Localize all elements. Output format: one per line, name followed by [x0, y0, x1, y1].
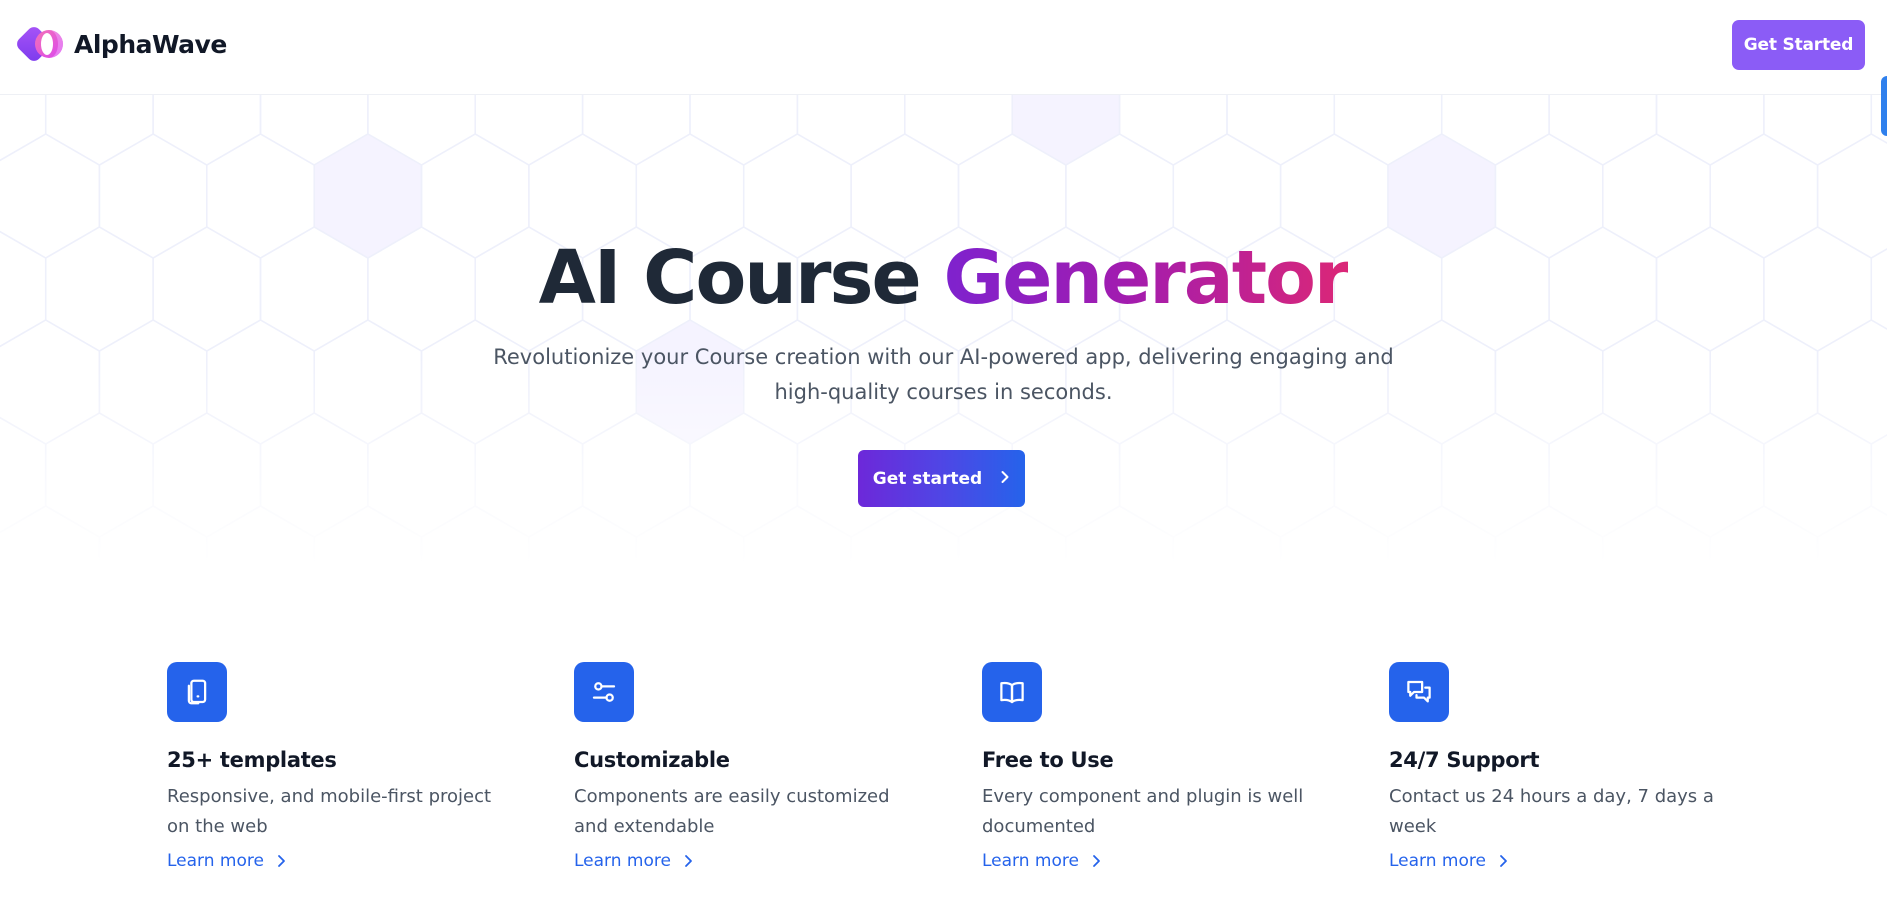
feature-description: Contact us 24 hours a day, 7 days a week	[1389, 786, 1714, 837]
hero-section: AI Course Generator Revolutionize your C…	[0, 95, 1887, 565]
sliders-icon	[574, 662, 634, 722]
learn-more-link[interactable]: Learn more	[167, 851, 286, 871]
chevron-right-icon	[1000, 469, 1010, 489]
hero-subtitle: Revolutionize your Course creation with …	[493, 345, 1394, 404]
learn-more-label: Learn more	[1389, 851, 1486, 871]
chevron-right-icon	[684, 854, 693, 868]
chevron-right-icon	[277, 854, 286, 868]
brand-name: AlphaWave	[74, 29, 227, 59]
chat-bubbles-icon	[1389, 662, 1449, 722]
logo-icon	[16, 24, 65, 64]
hero-title-accent: Generator	[943, 235, 1350, 321]
feature-title: 24/7 Support	[1389, 748, 1540, 772]
chevron-right-icon	[1092, 854, 1101, 868]
navbar: AlphaWave Get Started	[0, 0, 1887, 95]
feature-description: Components are easily customized and ext…	[574, 786, 890, 837]
learn-more-link[interactable]: Learn more	[574, 851, 693, 871]
feature-title: Customizable	[574, 748, 730, 772]
feature-title: Free to Use	[982, 748, 1114, 772]
get-started-hero-label: Get started	[872, 468, 983, 489]
chevron-right-icon	[1499, 854, 1508, 868]
hero-title: AI Course Generator	[0, 241, 1887, 315]
feature-card-customizable: Customizable Components are easily custo…	[574, 662, 914, 871]
edge-feedback-tab[interactable]	[1881, 76, 1887, 136]
learn-more-label: Learn more	[574, 851, 671, 871]
feature-title: 25+ templates	[167, 748, 337, 772]
book-open-icon	[982, 662, 1042, 722]
feature-card-templates: 25+ templates Responsive, and mobile-fir…	[167, 662, 507, 871]
get-started-nav-button[interactable]: Get Started	[1732, 20, 1865, 70]
learn-more-link[interactable]: Learn more	[982, 851, 1101, 871]
get-started-hero-button[interactable]: Get started	[858, 450, 1025, 507]
learn-more-link[interactable]: Learn more	[1389, 851, 1508, 871]
feature-description: Responsive, and mobile-first project on …	[167, 786, 492, 837]
feature-card-support: 24/7 Support Contact us 24 hours a day, …	[1389, 662, 1729, 871]
tablet-icon	[167, 662, 227, 722]
learn-more-label: Learn more	[167, 851, 264, 871]
feature-description: Every component and plugin is well docum…	[982, 786, 1304, 837]
feature-card-free: Free to Use Every component and plugin i…	[982, 662, 1322, 871]
learn-more-label: Learn more	[982, 851, 1079, 871]
hero-title-plain: AI Course	[538, 235, 922, 321]
brand-logo-link[interactable]: AlphaWave	[16, 24, 227, 64]
